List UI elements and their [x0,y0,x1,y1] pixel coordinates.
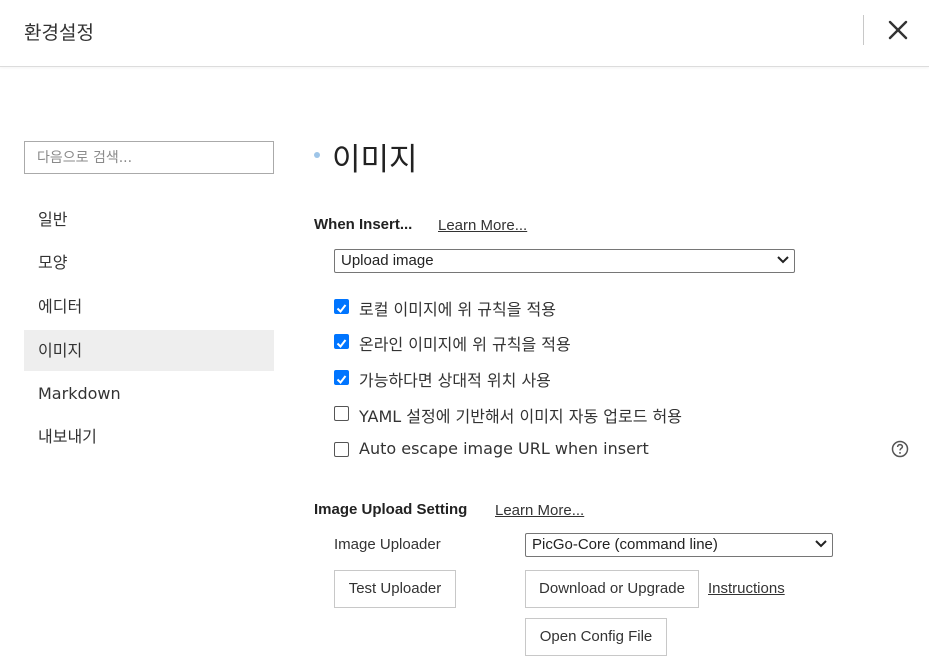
open-config-file-button[interactable]: Open Config File [525,618,667,656]
option-label: 로컬 이미지에 위 규칙을 적용 [359,300,556,319]
auto-escape-url-checkbox[interactable] [334,442,349,457]
checkmark-icon [336,375,347,385]
when-insert-select[interactable]: Upload image [334,249,795,273]
option-label: 온라인 이미지에 위 규칙을 적용 [359,335,571,354]
option-label: Auto escape image URL when insert [359,439,649,458]
option-label: YAML 설정에 기반해서 이미지 자동 업로드 허용 [359,407,682,426]
relative-path-checkbox[interactable] [334,370,349,385]
local-images-checkbox[interactable] [334,299,349,314]
instructions-link[interactable]: Instructions [708,580,785,597]
close-button[interactable] [885,17,911,43]
preferences-header: 환경설정 [0,0,929,67]
sidebar-item-markdown[interactable]: Markdown [24,373,274,414]
checkmark-icon [336,304,347,314]
upload-setting-heading: Image Upload Setting [314,501,468,518]
window-title: 환경설정 [24,22,94,44]
sidebar-item-general[interactable]: 일반 [24,199,274,240]
sidebar-item-image[interactable]: 이미지 [24,330,274,371]
yaml-auto-upload-checkbox[interactable] [334,406,349,421]
image-uploader-select-value: PicGo-Core (command line) [532,536,718,553]
help-icon[interactable] [891,440,909,458]
image-uploader-label: Image Uploader [334,536,441,553]
close-icon [888,20,908,40]
sidebar-search-input[interactable] [24,141,274,174]
section-bullet [314,152,320,158]
download-upgrade-button[interactable]: Download or Upgrade [525,570,699,608]
when-insert-select-value: Upload image [341,252,434,269]
header-divider [863,15,864,45]
sidebar-item-export[interactable]: 내보내기 [24,416,274,457]
sidebar-item-appearance[interactable]: 모양 [24,242,274,283]
chevron-down-icon [815,540,827,548]
when-insert-heading: When Insert... [314,216,413,233]
online-images-checkbox[interactable] [334,334,349,349]
checkmark-icon [336,339,347,349]
chevron-down-icon [777,256,789,264]
image-uploader-select[interactable]: PicGo-Core (command line) [525,533,833,557]
when-insert-learn-more-link[interactable]: Learn More... [438,217,527,234]
upload-learn-more-link[interactable]: Learn More... [495,502,584,519]
test-uploader-button[interactable]: Test Uploader [334,570,456,608]
sidebar-item-editor[interactable]: 에디터 [24,286,274,327]
section-title: 이미지 [332,142,418,178]
option-label: 가능하다면 상대적 위치 사용 [359,371,551,390]
